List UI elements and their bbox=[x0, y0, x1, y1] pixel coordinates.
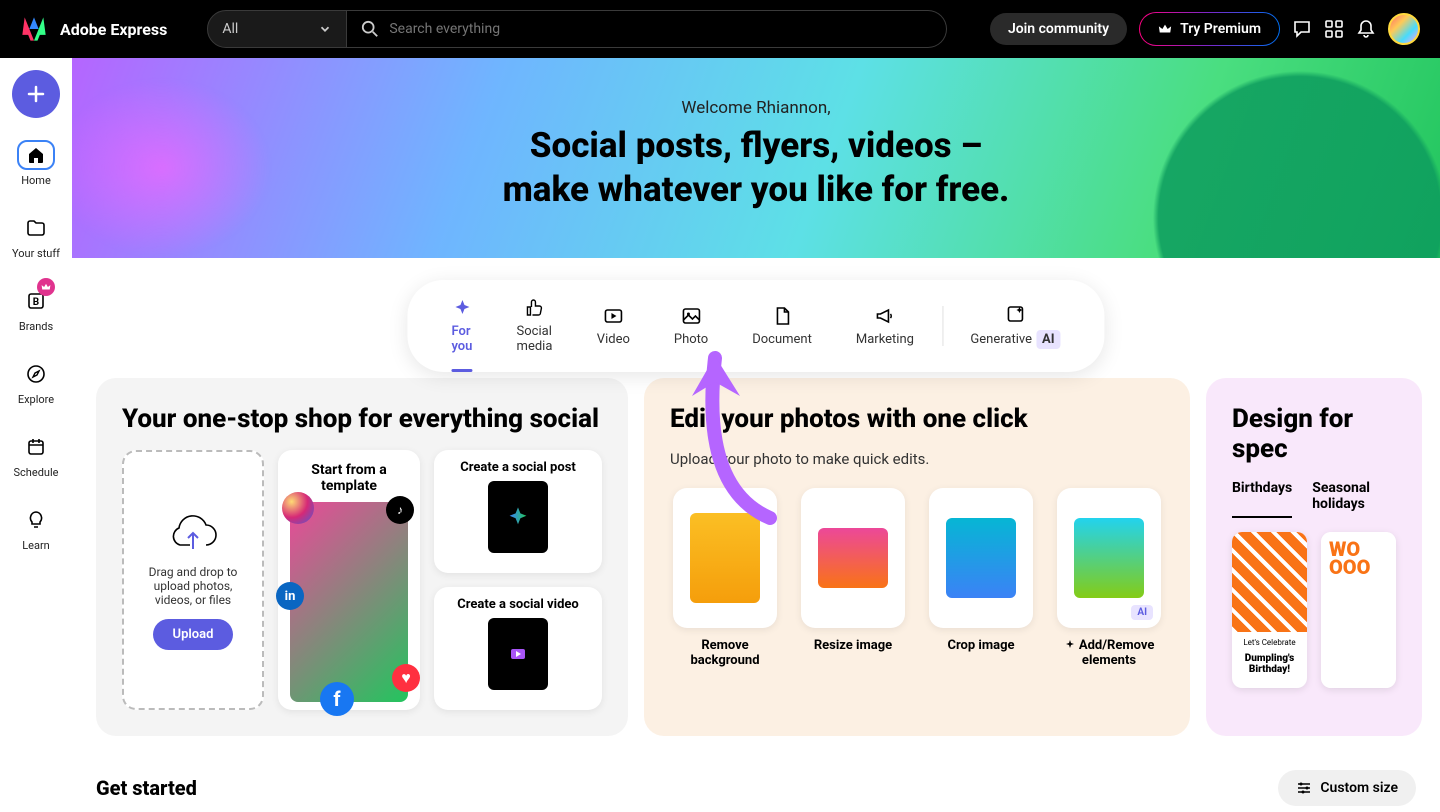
get-started-title: Get started bbox=[96, 776, 197, 800]
category-document[interactable]: Document bbox=[732, 300, 832, 353]
category-generative[interactable]: Generative AI bbox=[950, 298, 1080, 355]
plus-icon bbox=[26, 84, 46, 104]
sparkle-icon bbox=[452, 298, 472, 318]
photo-card-subtitle: Upload your photo to make quick edits. bbox=[670, 450, 1164, 468]
category-marketing[interactable]: Marketing bbox=[836, 300, 934, 353]
apps-icon[interactable] bbox=[1324, 19, 1344, 39]
search-filter-dropdown[interactable]: All bbox=[207, 10, 347, 48]
join-community-button[interactable]: Join community bbox=[990, 13, 1127, 45]
bell-icon[interactable] bbox=[1356, 19, 1376, 39]
ai-tag: AI bbox=[1131, 605, 1153, 620]
dropdown-label: All bbox=[222, 21, 238, 37]
sidebar-item-schedule[interactable]: Schedule bbox=[10, 428, 63, 483]
sidebar-item-your-stuff[interactable]: Your stuff bbox=[8, 209, 64, 264]
occasion-template-1[interactable]: Let's Celebrate Dumpling's Birthday! bbox=[1232, 532, 1307, 688]
thumbs-up-icon bbox=[525, 298, 545, 318]
create-social-post[interactable]: Create a social post bbox=[434, 450, 602, 573]
upload-button[interactable]: Upload bbox=[153, 619, 234, 650]
chevron-down-icon bbox=[318, 22, 332, 36]
home-icon bbox=[26, 145, 46, 165]
user-avatar[interactable] bbox=[1388, 13, 1420, 45]
hero-headline: Social posts, flyers, videos – make what… bbox=[503, 124, 1010, 212]
occasion-template-2[interactable]: WOOOO bbox=[1321, 532, 1396, 688]
action-crop-image[interactable]: Crop image bbox=[926, 488, 1036, 668]
adobe-logo-icon bbox=[20, 15, 48, 43]
tab-seasonal[interactable]: Seasonal holidays bbox=[1312, 480, 1396, 518]
category-photo[interactable]: Photo bbox=[654, 300, 728, 353]
action-add-remove-elements[interactable]: AI Add/Remove elements bbox=[1054, 488, 1164, 668]
try-premium-button[interactable]: Try Premium bbox=[1139, 12, 1280, 46]
folder-icon bbox=[26, 218, 46, 238]
action-remove-background[interactable]: Remove background bbox=[670, 488, 780, 668]
ai-badge: AI bbox=[1036, 330, 1061, 349]
photo-edit-card: Edit your photos with one click Upload y… bbox=[644, 378, 1190, 736]
crown-badge-icon bbox=[41, 282, 51, 292]
create-fab[interactable] bbox=[12, 70, 60, 118]
photo-icon bbox=[681, 306, 701, 326]
video-icon bbox=[603, 306, 623, 326]
crown-icon bbox=[1158, 22, 1172, 36]
sidebar-item-home[interactable]: Home bbox=[13, 136, 59, 191]
welcome-text: Welcome Rhiannon, bbox=[681, 98, 830, 118]
video-preview bbox=[488, 618, 548, 690]
category-bar: For you Social media Video Photo Documen… bbox=[407, 280, 1104, 372]
category-social-media[interactable]: Social media bbox=[497, 292, 573, 360]
photo-card-title: Edit your photos with one click bbox=[670, 404, 1164, 434]
lightbulb-icon bbox=[26, 510, 46, 530]
search-icon bbox=[361, 20, 379, 38]
upload-box[interactable]: Drag and drop to upload photos, videos, … bbox=[122, 450, 264, 710]
social-card-title: Your one-stop shop for everything social bbox=[122, 404, 602, 434]
cloud-upload-icon bbox=[166, 511, 220, 553]
occasions-card: Design for spec Birthdays Seasonal holid… bbox=[1206, 378, 1422, 736]
hero-banner: Welcome Rhiannon, Social posts, flyers, … bbox=[72, 58, 1440, 258]
search-input[interactable] bbox=[389, 21, 932, 37]
create-social-video[interactable]: Create a social video bbox=[434, 587, 602, 710]
start-from-template[interactable]: Start from a template ♪ in f ♥ bbox=[278, 450, 420, 710]
megaphone-icon bbox=[875, 306, 895, 326]
document-icon bbox=[772, 306, 792, 326]
sliders-icon bbox=[1296, 780, 1312, 796]
app-name: Adobe Express bbox=[60, 20, 167, 39]
calendar-icon bbox=[26, 437, 46, 457]
svg-text:B: B bbox=[33, 297, 39, 308]
ai-sparkle-icon bbox=[1005, 304, 1025, 324]
social-card: Your one-stop shop for everything social… bbox=[96, 378, 628, 736]
template-preview: ♪ in f ♥ bbox=[290, 502, 408, 702]
upload-text: Drag and drop to upload photos, videos, … bbox=[140, 565, 246, 607]
category-video[interactable]: Video bbox=[577, 300, 650, 353]
sidebar-item-learn[interactable]: Learn bbox=[13, 501, 59, 556]
compass-icon bbox=[26, 364, 46, 384]
sparkle-small-icon bbox=[1064, 640, 1076, 652]
action-resize-image[interactable]: Resize image bbox=[798, 488, 908, 668]
sidebar-item-explore[interactable]: Explore bbox=[13, 355, 59, 410]
comment-icon[interactable] bbox=[1292, 19, 1312, 39]
tab-birthdays[interactable]: Birthdays bbox=[1232, 480, 1292, 518]
occasions-title: Design for spec bbox=[1232, 404, 1396, 464]
sidebar-item-brands[interactable]: B Brands bbox=[13, 282, 59, 337]
category-for-you[interactable]: For you bbox=[431, 292, 492, 360]
post-preview bbox=[488, 481, 548, 553]
custom-size-button[interactable]: Custom size bbox=[1278, 770, 1416, 806]
search-box[interactable] bbox=[347, 10, 947, 48]
